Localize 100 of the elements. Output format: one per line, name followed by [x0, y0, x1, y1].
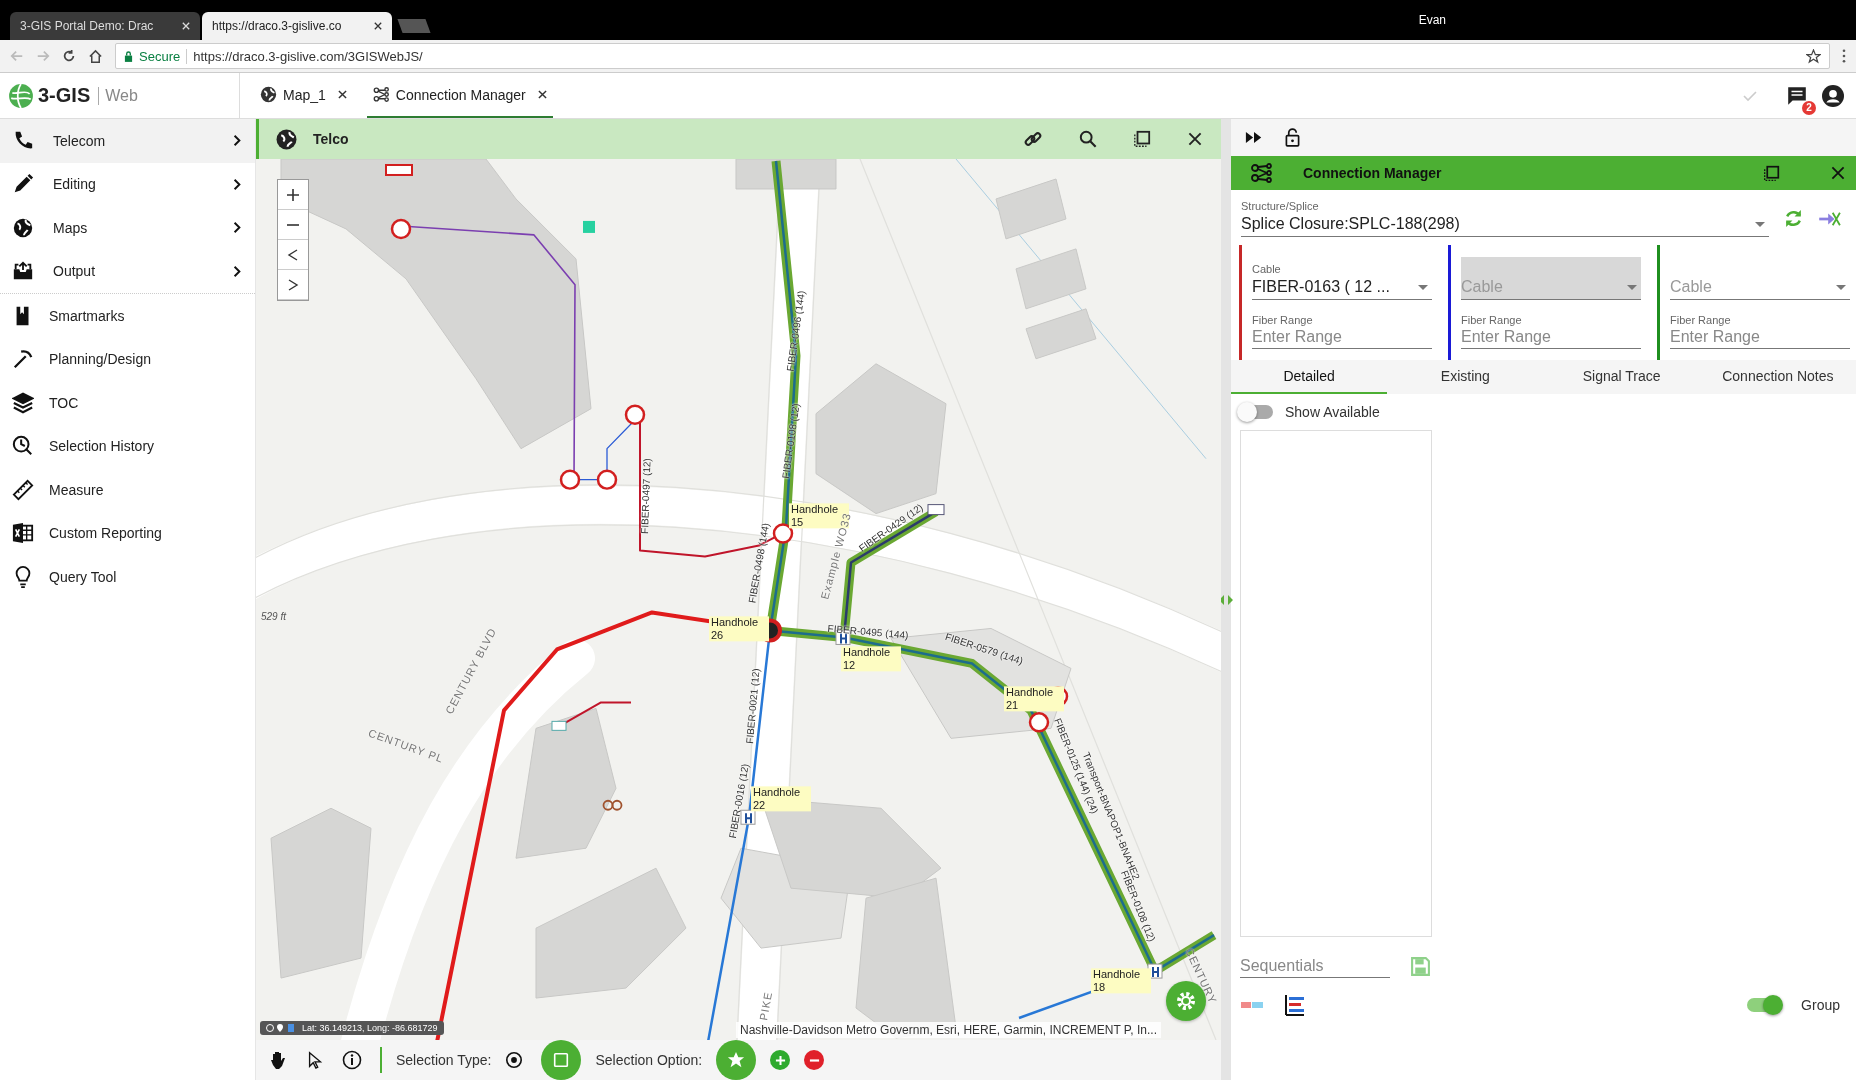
remove-from-selection-button[interactable]	[804, 1050, 825, 1070]
pickaxe-icon	[12, 348, 34, 371]
collapse-arrows-icon[interactable]	[1218, 592, 1234, 607]
logo-text: 3-GIS	[38, 84, 91, 107]
ruler-icon	[12, 478, 34, 501]
sidebar-item[interactable]: Measure	[0, 468, 255, 512]
hand-icon[interactable]	[268, 1050, 288, 1070]
scale-label: 529 ft	[261, 611, 287, 622]
address-bar[interactable]: Secure https://draco.3-gislive.com/3GISWebJS/	[115, 43, 1830, 69]
star-icon[interactable]	[1806, 48, 1821, 64]
map-attribution: Nashville-Davidson Metro Governm, Esri, HERE, Garmin, INCREMENT P, In...	[736, 1022, 1161, 1038]
sidebar-item[interactable]: Telecom	[0, 119, 255, 163]
point-select-icon[interactable]	[505, 1051, 524, 1069]
fiber-range-label: Fiber Range	[1461, 314, 1523, 326]
selection-type-label: Selection Type:	[396, 1052, 492, 1068]
selection-option-label: Selection Option:	[595, 1052, 703, 1068]
new-selection-button[interactable]	[716, 1040, 757, 1080]
user-icon[interactable]	[1822, 84, 1844, 107]
maximize-icon[interactable]	[1133, 130, 1151, 148]
fast-forward-icon[interactable]	[1245, 131, 1263, 144]
close-icon[interactable]	[537, 90, 547, 99]
clock-cursor-icon	[12, 435, 34, 458]
star-icon	[727, 1051, 746, 1069]
coordinates-text: Lat: 36.149213, Long: -86.681729	[302, 1023, 438, 1033]
globe-icon	[260, 86, 277, 103]
browser-tab[interactable]: 3-GIS Portal Demo: Drac	[10, 12, 200, 40]
browser-user-name: Evan	[1418, 13, 1446, 27]
panel-tab[interactable]: Existing	[1387, 360, 1544, 394]
box-select-button[interactable]	[541, 1040, 582, 1080]
panel-tab[interactable]: Connection Notes	[1699, 360, 1856, 394]
chevron-icon	[233, 264, 241, 278]
search-icon[interactable]	[1079, 130, 1097, 148]
pointer-icon[interactable]	[306, 1051, 324, 1069]
map-label: Handhole 12	[841, 646, 901, 672]
panel-tab[interactable]: Detailed	[1231, 360, 1388, 394]
sidebar-item[interactable]: Custom Reporting	[0, 511, 255, 555]
browser-tab[interactable]: https://draco.3-gislive.co	[202, 12, 392, 40]
sidebar-item[interactable]: Smartmarks	[0, 294, 255, 338]
close-icon[interactable]	[374, 22, 382, 30]
home-icon[interactable]	[88, 48, 103, 64]
url-text: https://draco.3-gislive.com/3GISWebJS/	[193, 48, 423, 64]
sidebar-item[interactable]: Maps	[0, 206, 255, 250]
group-toggle[interactable]	[1747, 998, 1782, 1012]
notification-badge: 2	[1802, 100, 1816, 115]
logo-globe-icon	[8, 82, 34, 109]
map-label: Handhole 26	[709, 616, 769, 642]
map-label: FIBER-0497 (12)	[638, 458, 654, 534]
cable-select[interactable]: Cable FIBER-0163 ( 12 ...	[1252, 257, 1432, 300]
new-tab-button[interactable]	[397, 19, 431, 33]
map-label: FIBER-0495 (144)	[827, 622, 909, 642]
layers-icon	[12, 391, 34, 414]
panel-tab[interactable]: Signal Trace	[1543, 360, 1700, 394]
globe-icon	[276, 128, 297, 150]
spreadsheet-icon	[12, 522, 34, 545]
show-available-toggle[interactable]	[1239, 405, 1273, 419]
square-icon	[552, 1051, 571, 1069]
map-label: Handhole 18	[1091, 968, 1151, 994]
sidebar-item[interactable]: TOC	[0, 381, 255, 425]
map-label: FIBER-0498 (144)	[746, 522, 772, 604]
panel-title: Connection Manager	[1303, 165, 1442, 181]
sidebar-item[interactable]: Query Tool	[0, 555, 255, 599]
plus-icon	[286, 187, 300, 202]
plus-icon	[774, 1054, 786, 1066]
map-label: Handhole 22	[751, 786, 811, 812]
chat-icon[interactable]	[1786, 84, 1808, 107]
sidebar-item[interactable]: Output	[0, 249, 255, 293]
map-label: FIBER-0021 (12)	[744, 667, 762, 745]
right-angle-icon	[286, 277, 300, 292]
sidebar-item[interactable]: Planning/Design	[0, 337, 255, 381]
map-label: FIBER-0108 (12)	[780, 402, 802, 480]
reload-icon[interactable]	[62, 49, 76, 63]
structure-select[interactable]: Structure/Splice Splice Closure:SPLC-188(298)	[1241, 200, 1769, 237]
close-icon[interactable]	[1187, 131, 1203, 147]
chevron-icon	[233, 177, 241, 191]
add-to-selection-button[interactable]	[770, 1050, 791, 1070]
chevron-icon	[233, 221, 241, 235]
group-label: Group	[1801, 997, 1840, 1013]
map-label: FIBER-0496 (144)	[784, 290, 808, 372]
maximize-icon[interactable]	[1763, 164, 1780, 182]
arrow-cross-icon[interactable]	[1818, 209, 1842, 228]
map-title: Telco	[313, 131, 349, 147]
app-tab[interactable]: Map_1	[254, 73, 353, 118]
minus-icon	[286, 223, 300, 226]
refresh-icon[interactable]	[1783, 208, 1804, 229]
show-available-label: Show Available	[1285, 404, 1380, 420]
map-label: Handhole 21	[1004, 686, 1064, 712]
product-name: Web	[98, 86, 138, 105]
map-label: FIBER-0016 (12)	[726, 762, 752, 840]
globe-icon	[12, 216, 34, 239]
close-icon[interactable]	[337, 90, 347, 99]
left-angle-icon	[286, 247, 300, 262]
location-tools-icon	[266, 1023, 296, 1033]
close-icon[interactable]	[1830, 165, 1846, 181]
menu-icon[interactable]	[1842, 49, 1846, 63]
sidebar-item[interactable]: Editing	[0, 162, 255, 206]
info-icon[interactable]	[342, 1050, 362, 1070]
sidebar-item[interactable]: Selection History	[0, 424, 255, 468]
link-icon[interactable]	[1023, 129, 1043, 149]
unlocked-padlock-icon[interactable]	[1285, 128, 1300, 147]
list-icon[interactable]	[1284, 994, 1306, 1016]
